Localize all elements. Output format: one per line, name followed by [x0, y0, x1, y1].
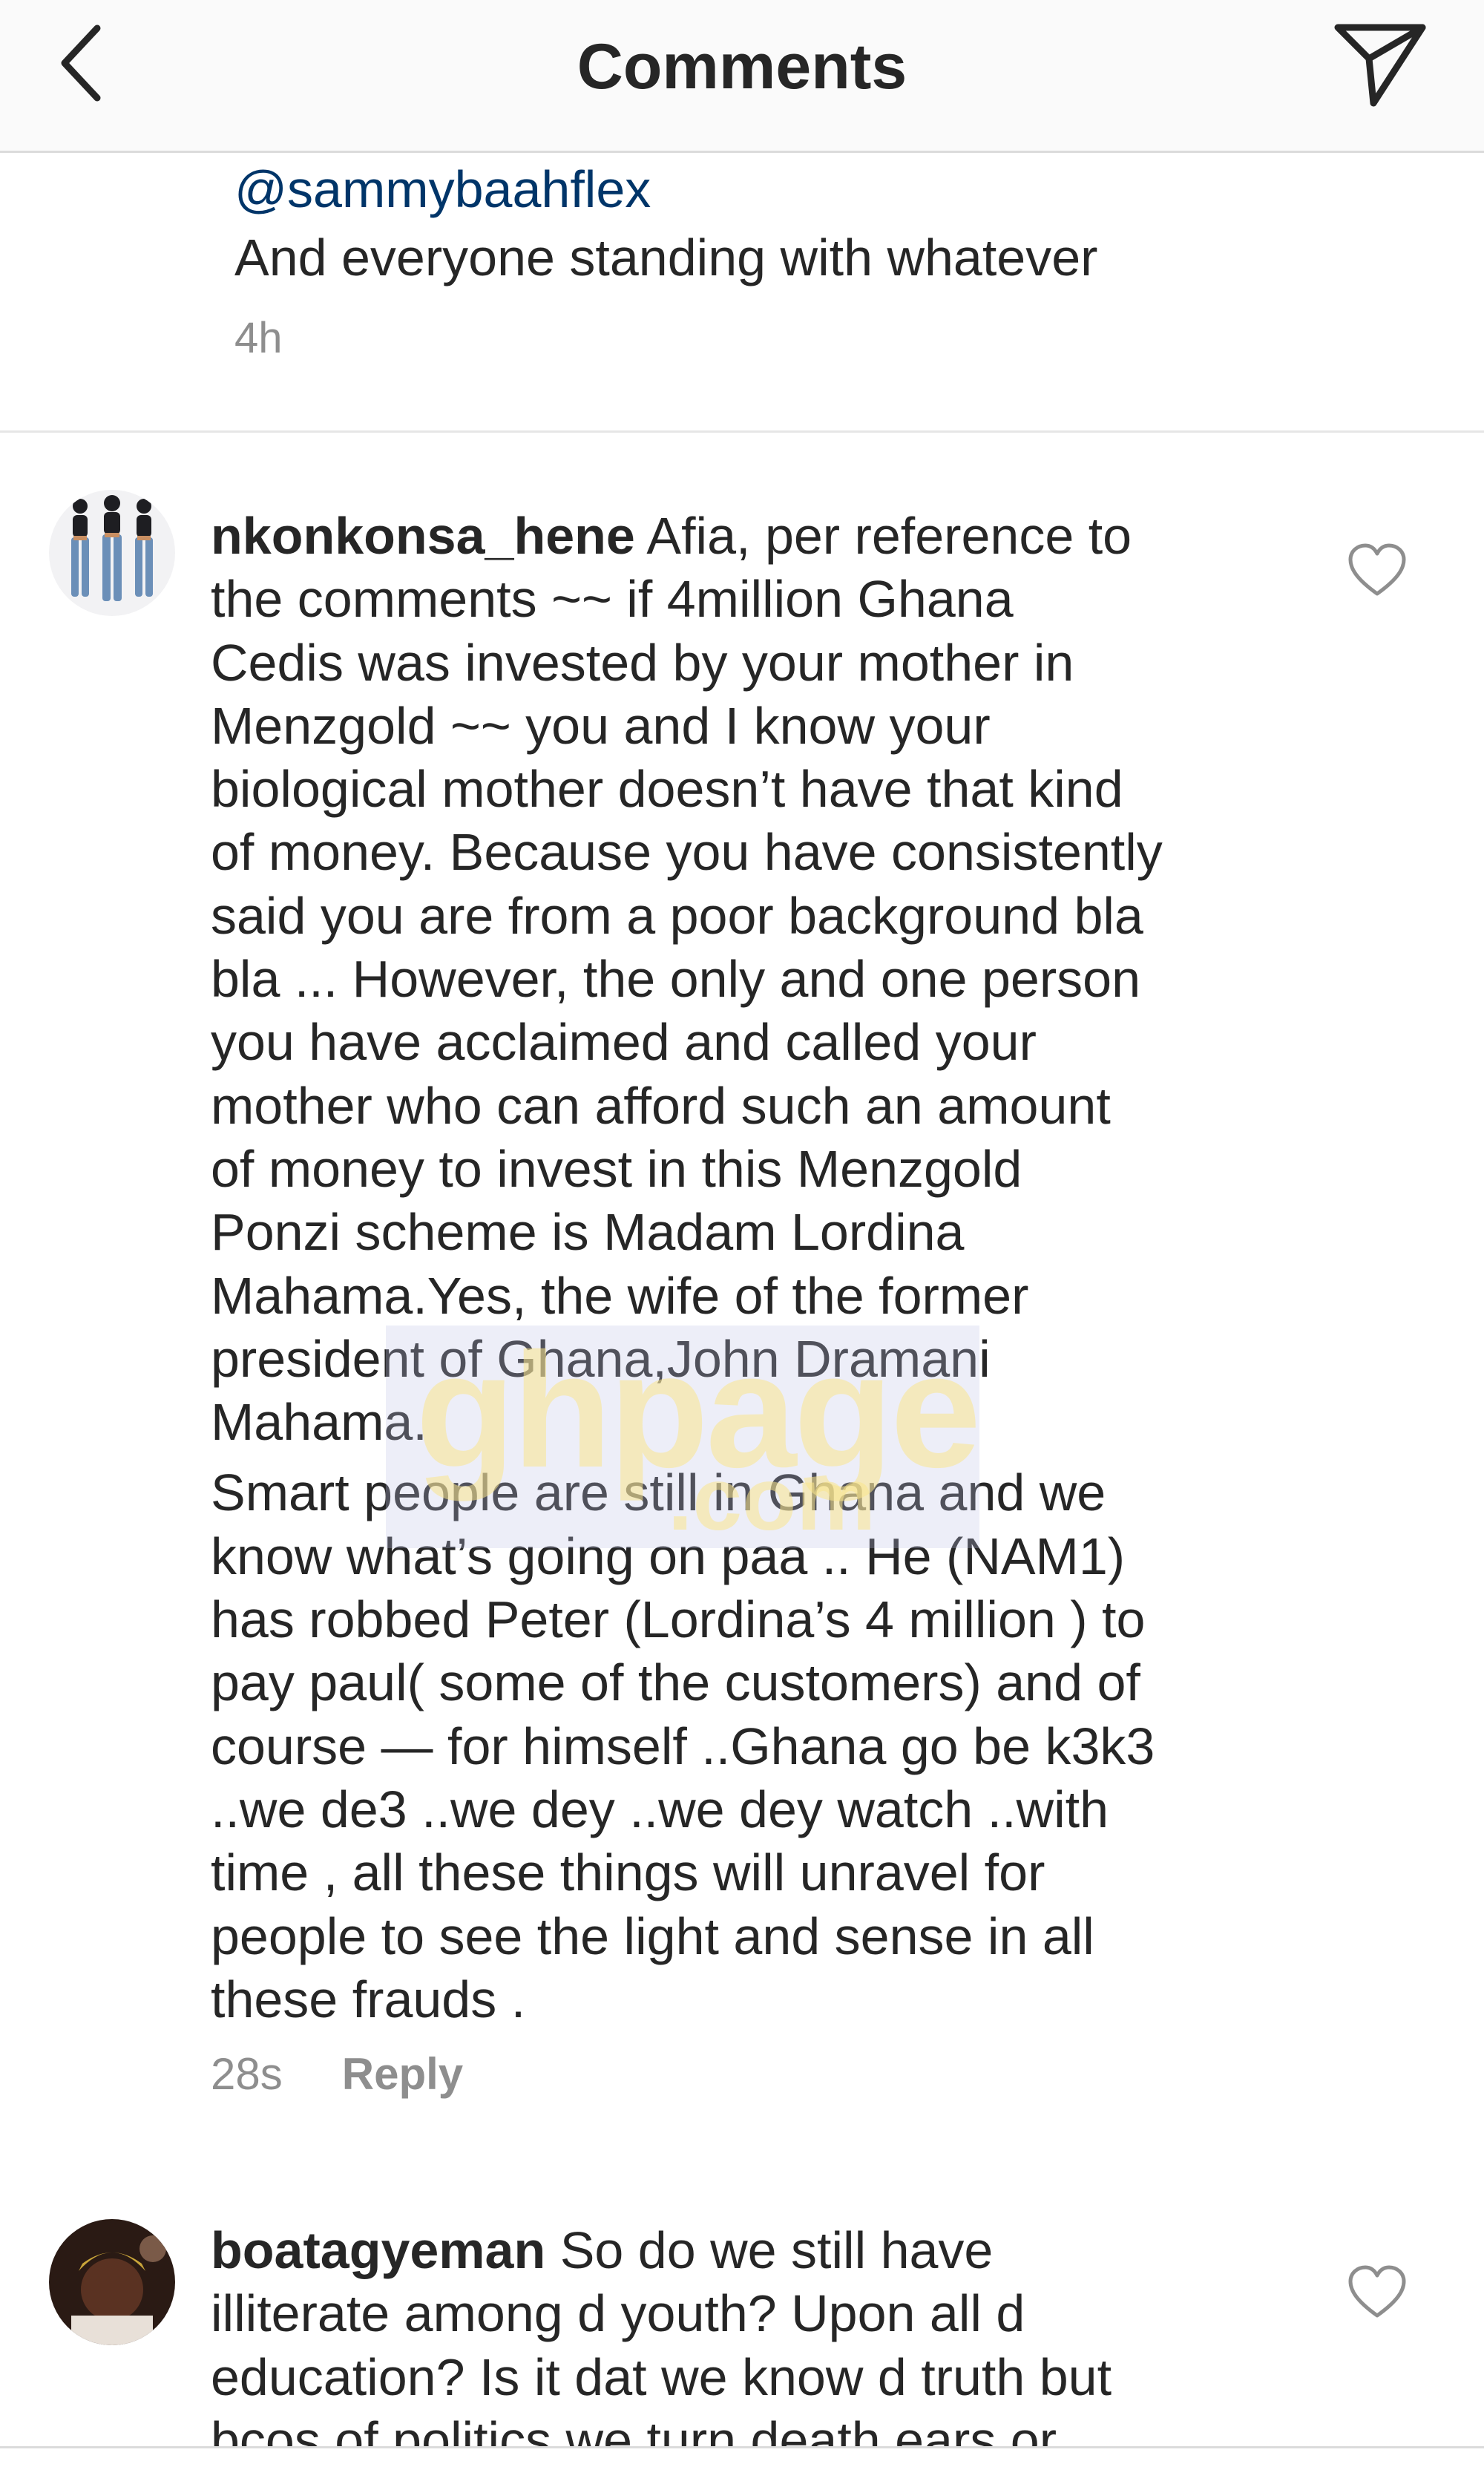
- comment-text-line: ..we de3 ..we dey ..we dey watch ..with: [211, 1780, 1109, 1838]
- comment-text-line: these frauds .: [211, 1970, 526, 2028]
- comment-text: And everyone standing with whatever: [234, 229, 1098, 286]
- page-title: Comments: [577, 31, 907, 102]
- like-button[interactable]: [1347, 542, 1407, 601]
- share-button[interactable]: [1328, 16, 1432, 113]
- comment-body: boatagyeman So do we still have illitera…: [211, 2219, 1279, 2472]
- avatar-image: [49, 490, 175, 616]
- comment-text-line: mother who can afford such an amount: [211, 1076, 1111, 1135]
- comment-username[interactable]: nkonkonsa_hene: [211, 507, 635, 565]
- comment-text-line: So do we still have: [559, 2221, 994, 2279]
- comment-first-line: nkonkonsa_hene Afia, per reference to: [211, 505, 1279, 568]
- comment-text-line: people to see the light and sense in all: [211, 1907, 1094, 1965]
- avatar[interactable]: [49, 2219, 175, 2345]
- comment-text-line: Menzgold ~~ you and I know your: [211, 696, 991, 755]
- comment-timestamp: 28s: [211, 2049, 283, 2099]
- comment-text-line: said you are from a poor background bla: [211, 886, 1143, 945]
- comment-timestamp: 4h: [234, 314, 283, 362]
- reply-button[interactable]: Reply: [342, 2049, 463, 2099]
- comment-text-line: you have acclaimed and called your: [211, 1013, 1037, 1072]
- comment-text-line: Afia, per reference to: [646, 507, 1132, 565]
- top-nav-bar: Comments: [0, 0, 1484, 153]
- comment-text-line: course — for himself ..Ghana go be k3k3: [211, 1717, 1155, 1775]
- comment-text-line: the comments ~~ if 4million Ghana: [211, 570, 1014, 629]
- comment-meta: 28s Reply: [211, 2048, 463, 2100]
- heart-icon: [1348, 2265, 1406, 2318]
- comment-username[interactable]: boatagyeman: [211, 2221, 545, 2279]
- paper-plane-icon: [1334, 24, 1426, 107]
- comment-body: nkonkonsa_hene Afia, per reference to th…: [211, 505, 1279, 2031]
- watermark-logo-suffix: .com: [668, 1449, 876, 1549]
- comment-text-line: bla ... However, the only and one person: [211, 950, 1141, 1009]
- avatar[interactable]: [49, 490, 175, 616]
- comment-first-line: boatagyeman So do we still have: [211, 2219, 1279, 2282]
- comment-text-line: pay paul( some of the customers) and of: [211, 1654, 1140, 1712]
- comment-text-line: education? Is it dat we know d truth but: [211, 2347, 1112, 2406]
- comment-text-line: Ponzi scheme is Madam Lordina: [211, 1203, 965, 1262]
- heart-icon: [1348, 543, 1406, 596]
- comment-text-line: Cedis was invested by your mother in: [211, 633, 1074, 692]
- previous-comment: @sammybaahflex And everyone standing wit…: [234, 153, 1273, 363]
- comment-text-line: illiterate among d youth? Upon all d: [211, 2284, 1025, 2343]
- comment-text-line: of money. Because you have consistently: [211, 823, 1163, 882]
- comment-text-line: has robbed Peter (Lordina’s 4 million ) …: [211, 1590, 1146, 1649]
- comment-text-line: biological mother doesn’t have that kind: [211, 760, 1123, 819]
- avatar-image: [49, 2219, 175, 2345]
- bottom-edge: [0, 2446, 1484, 2487]
- mention-link[interactable]: @sammybaahflex: [234, 156, 1273, 223]
- comment-text-line: time , all these things will unravel for: [211, 1844, 1045, 1902]
- comment-text-line: of money to invest in this Menzgold: [211, 1139, 1022, 1198]
- divider: [0, 430, 1484, 433]
- like-button[interactable]: [1347, 2264, 1407, 2323]
- comments-screen: Comments @sammybaahflex And everyone sta…: [0, 0, 1484, 2487]
